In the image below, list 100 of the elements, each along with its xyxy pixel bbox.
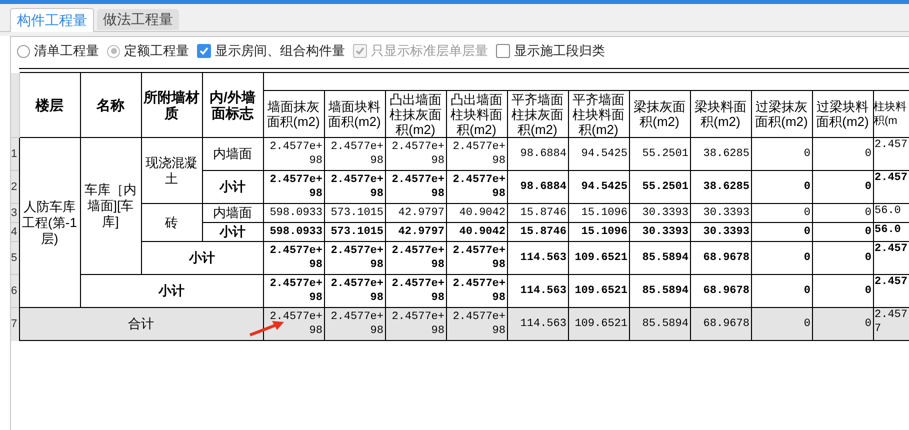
column-header: 所附墙材质	[141, 72, 202, 138]
column-header: 楼层	[19, 72, 80, 138]
column-header: 过梁块料面积(m2)	[812, 90, 873, 138]
row-number: 7	[11, 308, 19, 340]
column-header: 梁块料面积(m2)	[690, 90, 751, 138]
table-cell: 114.563	[507, 308, 568, 340]
tab[interactable]: 做法工程量	[97, 9, 179, 30]
column-header: 平齐墙面柱抹灰面积(m2)	[507, 90, 568, 138]
table-cell: 38.6285	[690, 138, 751, 170]
radio-button[interactable]	[17, 44, 30, 58]
table-cell: 0	[812, 204, 873, 222]
table-cell: 68.9678	[690, 242, 751, 274]
table-cell: 94.5425	[568, 170, 629, 204]
table-cell: 0	[751, 170, 812, 204]
row-label: 小计	[141, 242, 263, 274]
column-header: 凸出墙面柱抹灰面积(m2)	[385, 90, 446, 138]
table-cell: 40.9042	[446, 222, 507, 242]
table-cell: 55.2501	[629, 138, 690, 170]
table-cell: 2.4577e+98	[263, 242, 324, 274]
table-cell: 98.6884	[507, 138, 568, 170]
table-cell: 15.8746	[507, 204, 568, 222]
row-label: 砖	[141, 204, 202, 242]
table-cell: 30.3393	[629, 222, 690, 242]
table-cell: 56.0	[873, 222, 909, 242]
row-label: 内墙面	[202, 204, 263, 222]
table-cell: 0	[751, 308, 812, 340]
table-cell: 114.563	[507, 242, 568, 274]
table-cell: 109.6521	[568, 308, 629, 340]
table-cell: 30.3393	[690, 222, 751, 242]
table-cell: 0	[812, 138, 873, 170]
table-cell: 2.4577e+98	[324, 138, 385, 170]
row-label: 小计	[202, 170, 263, 204]
column-header: 名称	[80, 72, 141, 138]
table-cell: 98.6884	[507, 170, 568, 204]
table-cell: 30.3393	[629, 204, 690, 222]
row-label: 小计	[202, 222, 263, 242]
row-number: 5	[11, 242, 19, 274]
table-cell: 2.457	[873, 170, 909, 204]
table-cell: 2.4577e+98	[324, 242, 385, 274]
tab[interactable]: 构件工程量	[10, 8, 94, 32]
option-label: 定额工程量	[124, 42, 189, 60]
table-cell: 42.9797	[385, 204, 446, 222]
table-cell: 55.2501	[629, 170, 690, 204]
table-cell: 2.4577e+98	[446, 138, 507, 170]
pointer-arrow	[248, 319, 286, 337]
checkbox[interactable]	[496, 44, 510, 58]
table-cell: 85.5894	[629, 308, 690, 340]
option-label: 清单工程量	[34, 42, 99, 60]
table-cell: 15.1096	[568, 222, 629, 242]
table-cell: 2.4577e+98	[324, 308, 385, 340]
table-cell: 2.4577e+98	[385, 308, 446, 340]
table-cell: 42.9797	[385, 222, 446, 242]
table-cell: 2.4577e+98	[446, 242, 507, 274]
table-cell: 2.457	[873, 242, 909, 274]
table-cell: 2.4577e+98	[385, 242, 446, 274]
column-header: 凸出墙面柱块料面积(m2)	[446, 90, 507, 138]
column-header: 平齐墙面柱块料面积(m2)	[568, 90, 629, 138]
table-cell: 0	[751, 242, 812, 274]
table-cell: 573.1015	[324, 204, 385, 222]
row-label: 内墙面	[202, 138, 263, 170]
table-cell: 2.4577e+98	[263, 170, 324, 204]
table-cell: 2.4577e+98	[446, 170, 507, 204]
column-header: 内/外墙面标志	[202, 72, 263, 138]
table-cell: 15.8746	[507, 222, 568, 242]
table-cell: 109.6521	[568, 242, 629, 274]
table-cell: 0	[751, 138, 812, 170]
table-cell: 598.0933	[263, 204, 324, 222]
table-cell: 30.3393	[690, 204, 751, 222]
table-cell: 0	[812, 170, 873, 204]
table-cell: 2.4577e+98	[385, 170, 446, 204]
table-cell: 94.5425	[568, 138, 629, 170]
table-cell: 15.1096	[568, 204, 629, 222]
table-cell: 2.4577e+98	[263, 138, 324, 170]
checkbox[interactable]	[197, 44, 211, 58]
column-header: 梁抹灰面积(m2)	[629, 90, 690, 138]
table-cell: 598.0933	[263, 222, 324, 242]
table-cell: 2.4577e+98	[324, 170, 385, 204]
row-number: 4	[11, 222, 19, 242]
table-cell: 0	[812, 242, 873, 274]
table-cell: 0	[751, 204, 812, 222]
table-cell: 0	[812, 308, 873, 340]
table-cell: 2.4577e+98	[385, 138, 446, 170]
table-cell: 56.0	[873, 204, 909, 222]
table-cell: 2.4577	[873, 308, 909, 340]
row-label: 现浇混凝土	[141, 138, 202, 204]
table-cell: 85.5894	[629, 242, 690, 274]
row-number: 2	[11, 170, 19, 204]
table-cell: 2.4577e+98	[446, 308, 507, 340]
option-label: 显示房间、组合构件量	[215, 42, 345, 60]
table-cell: 0	[751, 222, 812, 242]
option-label: 只显示标准层单层量	[371, 42, 488, 60]
table-cell: 573.1015	[324, 222, 385, 242]
column-header: 墙面抹灰面积(m2)	[263, 90, 324, 138]
row-label: 车库［内墙面][车库]	[80, 138, 141, 274]
table-cell: 2.4577e+98	[263, 308, 324, 340]
column-header: 过梁抹灰面积(m2)	[751, 90, 812, 138]
column-header: 墙面块料面积(m2)	[324, 90, 385, 138]
table-cell: 38.6285	[690, 170, 751, 204]
row-number: 3	[11, 204, 19, 222]
row-label: 合计	[19, 308, 263, 340]
